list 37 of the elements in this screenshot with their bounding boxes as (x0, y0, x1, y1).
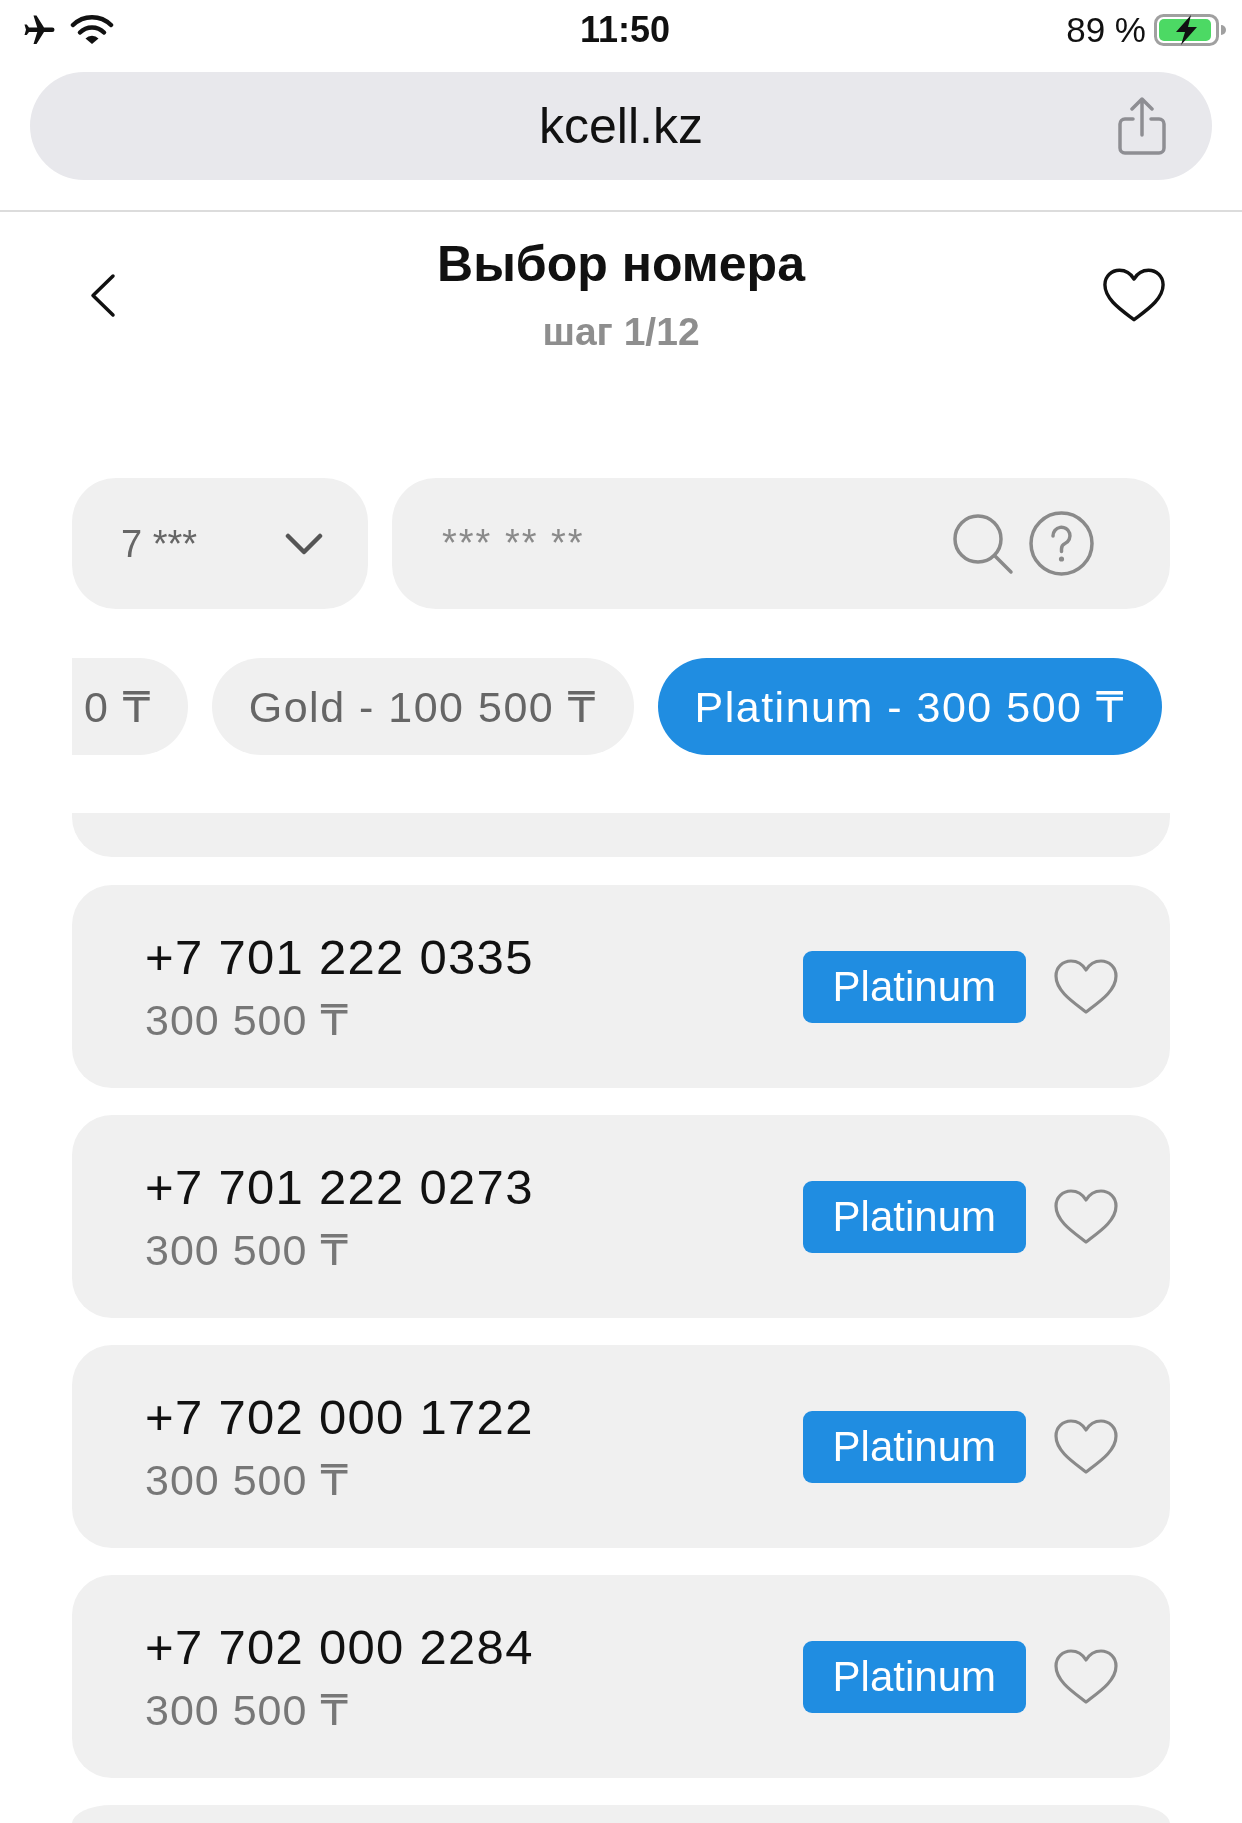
help-icon[interactable] (1029, 511, 1094, 576)
number-card[interactable]: +7 701 222 0335 300 500 ₸ Platinum (72, 885, 1170, 1088)
search-input[interactable]: *** ** ** (442, 513, 936, 574)
category-chip[interactable]: Platinum - 300 500 ₸ (657, 658, 1162, 755)
address-bar[interactable]: kcell.kz (30, 72, 1212, 180)
status-time: 11:50 (579, 9, 671, 51)
number-card[interactable]: +7 702 000 2284 300 500 ₸ Platinum (72, 1575, 1170, 1778)
tier-badge: Platinum (802, 1180, 1026, 1253)
phone-number: +7 701 222 0335 (145, 928, 534, 985)
phone-number: +7 702 000 1722 (145, 1388, 534, 1445)
battery-icon (1154, 14, 1227, 46)
category-chip[interactable]: 0 ₸ (72, 658, 188, 755)
tier-badge: Platinum (802, 1640, 1026, 1713)
category-chip[interactable]: Gold - 100 500 ₸ (211, 658, 634, 755)
battery-percent: 89 % (1066, 9, 1146, 51)
step-counter: шаг 1/12 (542, 310, 700, 354)
number-card[interactable]: +7 701 222 0273 300 500 ₸ Platinum (72, 1115, 1170, 1318)
prefix-select[interactable]: 7 *** (72, 478, 368, 609)
airplane-icon (23, 13, 56, 47)
number-card[interactable]: +7 702 000 1722 300 500 ₸ Platinum (72, 1345, 1170, 1548)
phone-number: +7 702 000 2284 (145, 1618, 534, 1675)
back-icon[interactable] (90, 272, 116, 318)
price-text: 300 500 ₸ (145, 1224, 349, 1275)
search-field[interactable]: *** ** ** (392, 478, 1170, 609)
chevron-down-icon (285, 532, 323, 555)
wifi-icon (70, 14, 114, 46)
share-icon[interactable] (1117, 97, 1167, 155)
url-text: kcell.kz (539, 97, 703, 155)
tier-badge: Platinum (802, 950, 1026, 1023)
price-text: 300 500 ₸ (145, 1684, 349, 1735)
search-icon[interactable] (951, 512, 1014, 575)
price-text: 300 500 ₸ (145, 994, 349, 1045)
price-text: 300 500 ₸ (145, 1454, 349, 1505)
heart-icon[interactable] (1102, 266, 1166, 324)
phone-number: +7 701 222 0273 (145, 1158, 534, 1215)
page-title: Выбор номера (437, 236, 805, 292)
tier-badge: Platinum (802, 1410, 1026, 1483)
